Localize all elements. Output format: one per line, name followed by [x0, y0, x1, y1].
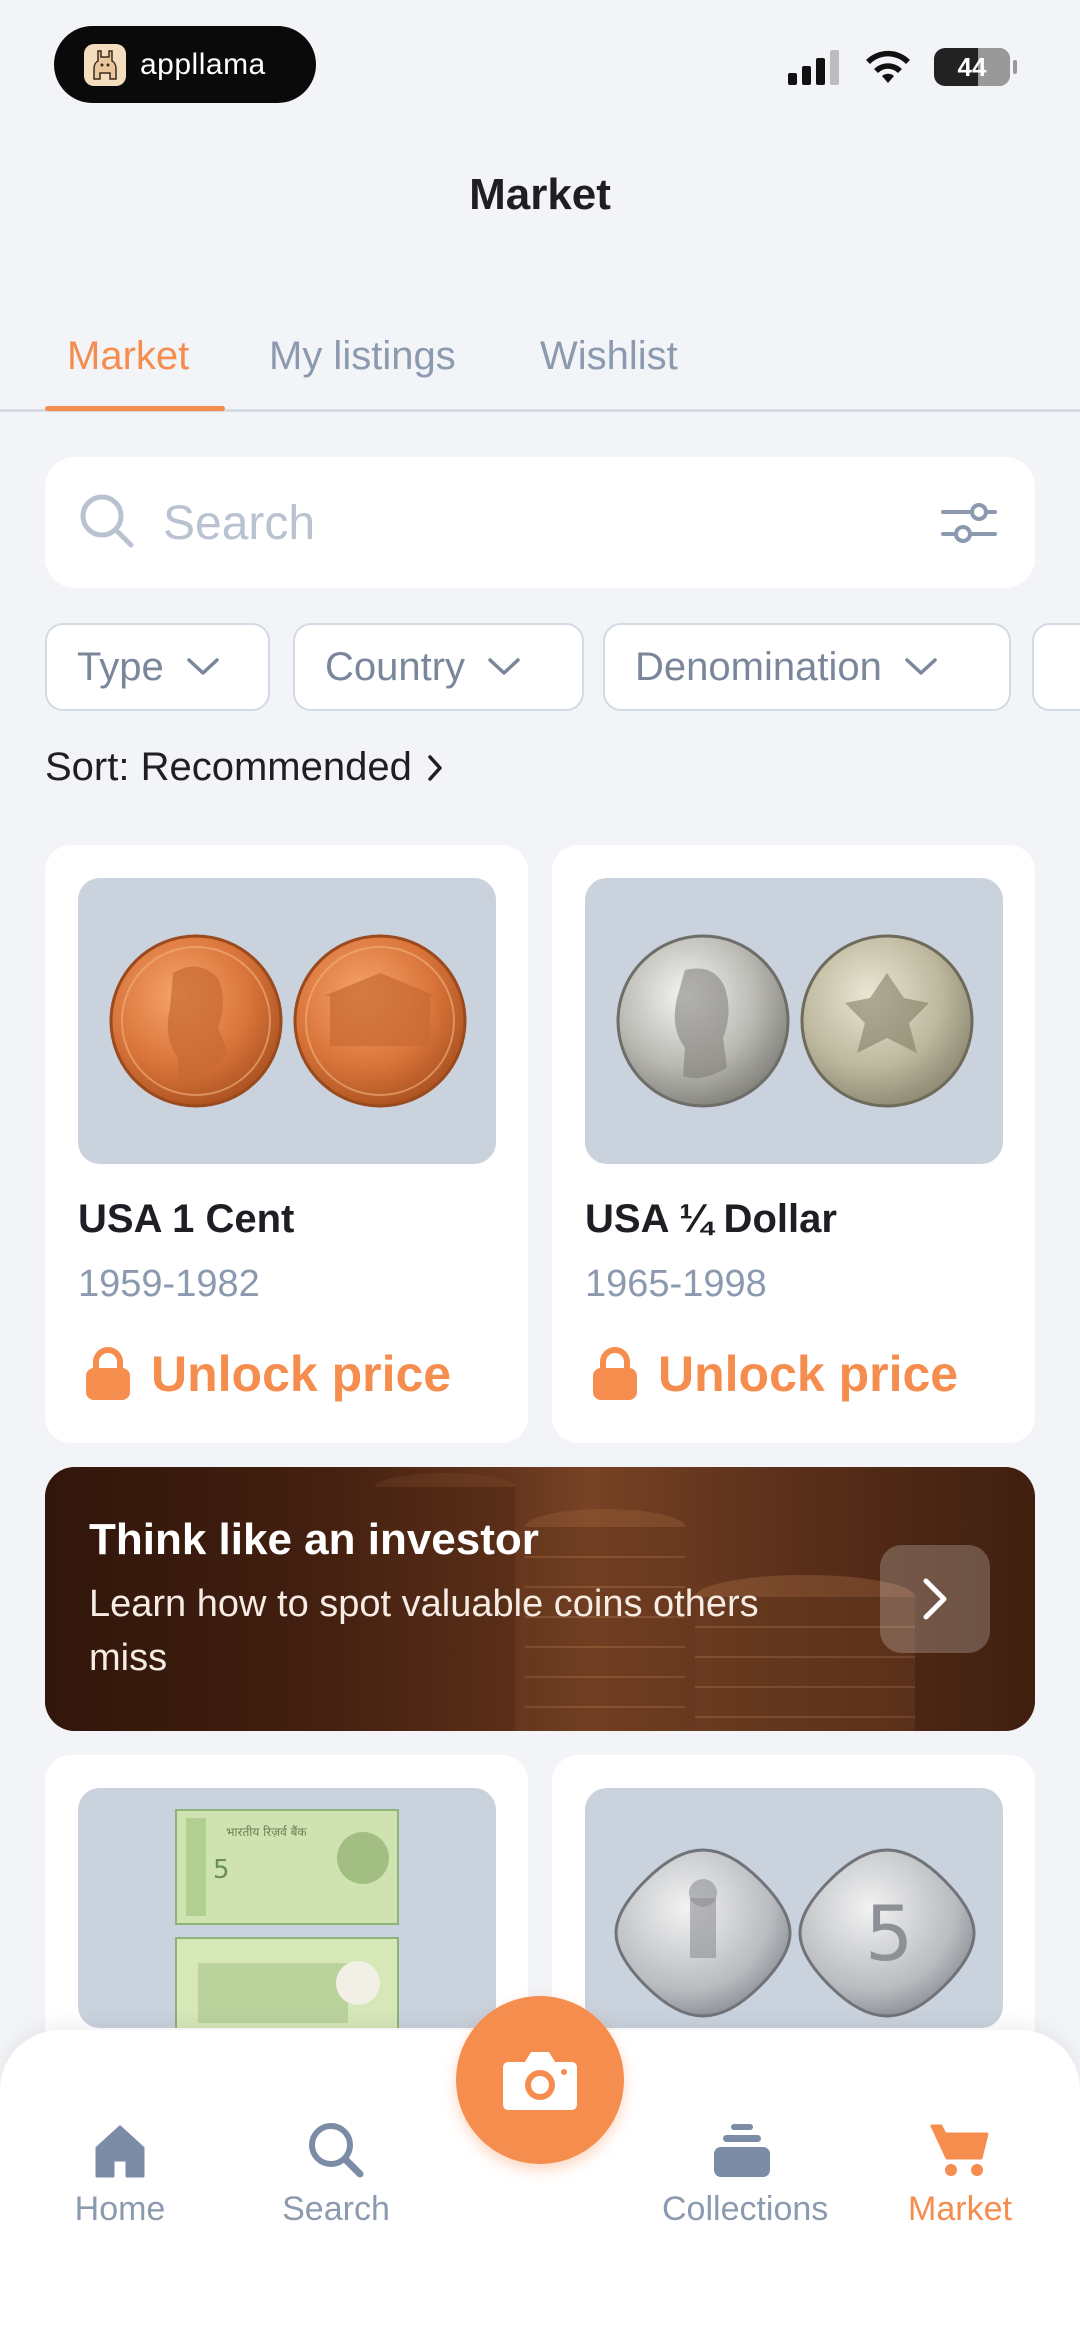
- listing-name: USA ¼ Dollar: [585, 1197, 837, 1241]
- search-input[interactable]: [163, 485, 943, 561]
- listing-card[interactable]: 5: [552, 1755, 1035, 2055]
- cart-icon: [930, 2124, 989, 2176]
- listing-image-penny: [78, 878, 496, 1164]
- nav-search-label: Search: [282, 2190, 390, 2228]
- unlock-price-label: Unlock price: [151, 1346, 452, 1402]
- tab-market[interactable]: Market: [67, 334, 189, 379]
- investor-banner[interactable]: Think like an investor Learn how to spot…: [45, 1467, 1035, 1731]
- home-icon: [95, 2125, 145, 2178]
- tab-my-listings[interactable]: My listings: [269, 334, 456, 379]
- chip-label: Type: [77, 644, 164, 689]
- svg-text:5: 5: [213, 1855, 230, 1885]
- chip-label: Country: [325, 644, 466, 689]
- banner-arrow-button[interactable]: [880, 1545, 990, 1653]
- lock-icon: [593, 1347, 637, 1400]
- signal-icon: [788, 50, 839, 85]
- filter-chips: Type Country Denomination: [45, 623, 1080, 711]
- chevron-down-icon: [488, 658, 520, 675]
- camera-scan-button[interactable]: [456, 1996, 624, 2164]
- search-icon: [309, 2123, 364, 2178]
- nav-search[interactable]: Search: [256, 2110, 416, 2229]
- nav-collections[interactable]: Collections: [662, 2110, 829, 2229]
- unlock-price-button[interactable]: Unlock price: [83, 1345, 451, 1403]
- unlock-price-label: Unlock price: [658, 1346, 959, 1402]
- filter-settings-icon[interactable]: [939, 495, 999, 551]
- listing-image-paise-coins: 5: [585, 1788, 1003, 2028]
- listing-image-banknote: भारतीय रिज़र्व बैंक 5: [78, 1788, 496, 2028]
- camera-icon: [503, 2052, 577, 2110]
- page-title: Market: [469, 170, 611, 219]
- nav-home-label: Home: [74, 2190, 166, 2228]
- search-bar: [45, 457, 1035, 588]
- listing-card[interactable]: USA 1 Cent 1959-1982 Unlock price: [45, 845, 528, 1443]
- sort-label: Sort: Recommended: [45, 745, 412, 789]
- filter-chip-denomination[interactable]: Denomination: [603, 623, 1011, 711]
- collections-icon: [714, 2124, 770, 2177]
- banner-subtitle: Learn how to spot valuable coins others …: [89, 1583, 759, 1679]
- filter-chip-more[interactable]: [1032, 623, 1080, 711]
- status-bar: appllama 44: [0, 0, 1080, 130]
- tab-bar: Market My listings Wishlist: [0, 320, 1080, 412]
- listing-years: 1959-1982: [78, 1263, 260, 1305]
- chevron-right-icon: [923, 1578, 947, 1620]
- app-name: appllama: [140, 47, 266, 81]
- chevron-down-icon: [905, 658, 937, 675]
- chip-label: Denomination: [635, 644, 882, 689]
- nav-collections-label: Collections: [662, 2190, 829, 2228]
- nav-market-label: Market: [908, 2190, 1012, 2228]
- listing-card[interactable]: USA ¼ Dollar 1965-1998 Unlock price: [552, 845, 1035, 1443]
- filter-chip-country[interactable]: Country: [293, 623, 584, 711]
- svg-text:भारतीय रिज़र्व बैंक: भारतीय रिज़र्व बैंक: [226, 1825, 307, 1839]
- unlock-price-button[interactable]: Unlock price: [590, 1345, 958, 1403]
- tab-wishlist[interactable]: Wishlist: [540, 334, 678, 379]
- lock-icon: [86, 1347, 130, 1400]
- llama-logo-icon: [84, 43, 126, 86]
- nav-market[interactable]: Market: [880, 2110, 1040, 2229]
- listing-card[interactable]: भारतीय रिज़र्व बैंक 5: [45, 1755, 528, 2055]
- sort-control[interactable]: Sort: Recommended: [45, 745, 444, 790]
- wifi-icon: [866, 50, 910, 83]
- listing-image-quarter: [585, 878, 1003, 1164]
- chevron-right-icon: [428, 754, 442, 781]
- listing-years: 1965-1998: [585, 1263, 767, 1305]
- svg-text:5: 5: [865, 1889, 913, 1978]
- banner-title: Think like an investor: [89, 1515, 539, 1564]
- listing-name: USA 1 Cent: [78, 1197, 295, 1241]
- app-badge[interactable]: appllama: [54, 26, 316, 103]
- battery-icon: 44: [934, 48, 1017, 86]
- nav-home[interactable]: Home: [40, 2110, 200, 2229]
- active-tab-indicator: [45, 406, 225, 411]
- filter-chip-type[interactable]: Type: [45, 623, 270, 711]
- battery-level: 44: [957, 51, 987, 82]
- chevron-down-icon: [186, 658, 219, 675]
- search-icon: [80, 494, 134, 548]
